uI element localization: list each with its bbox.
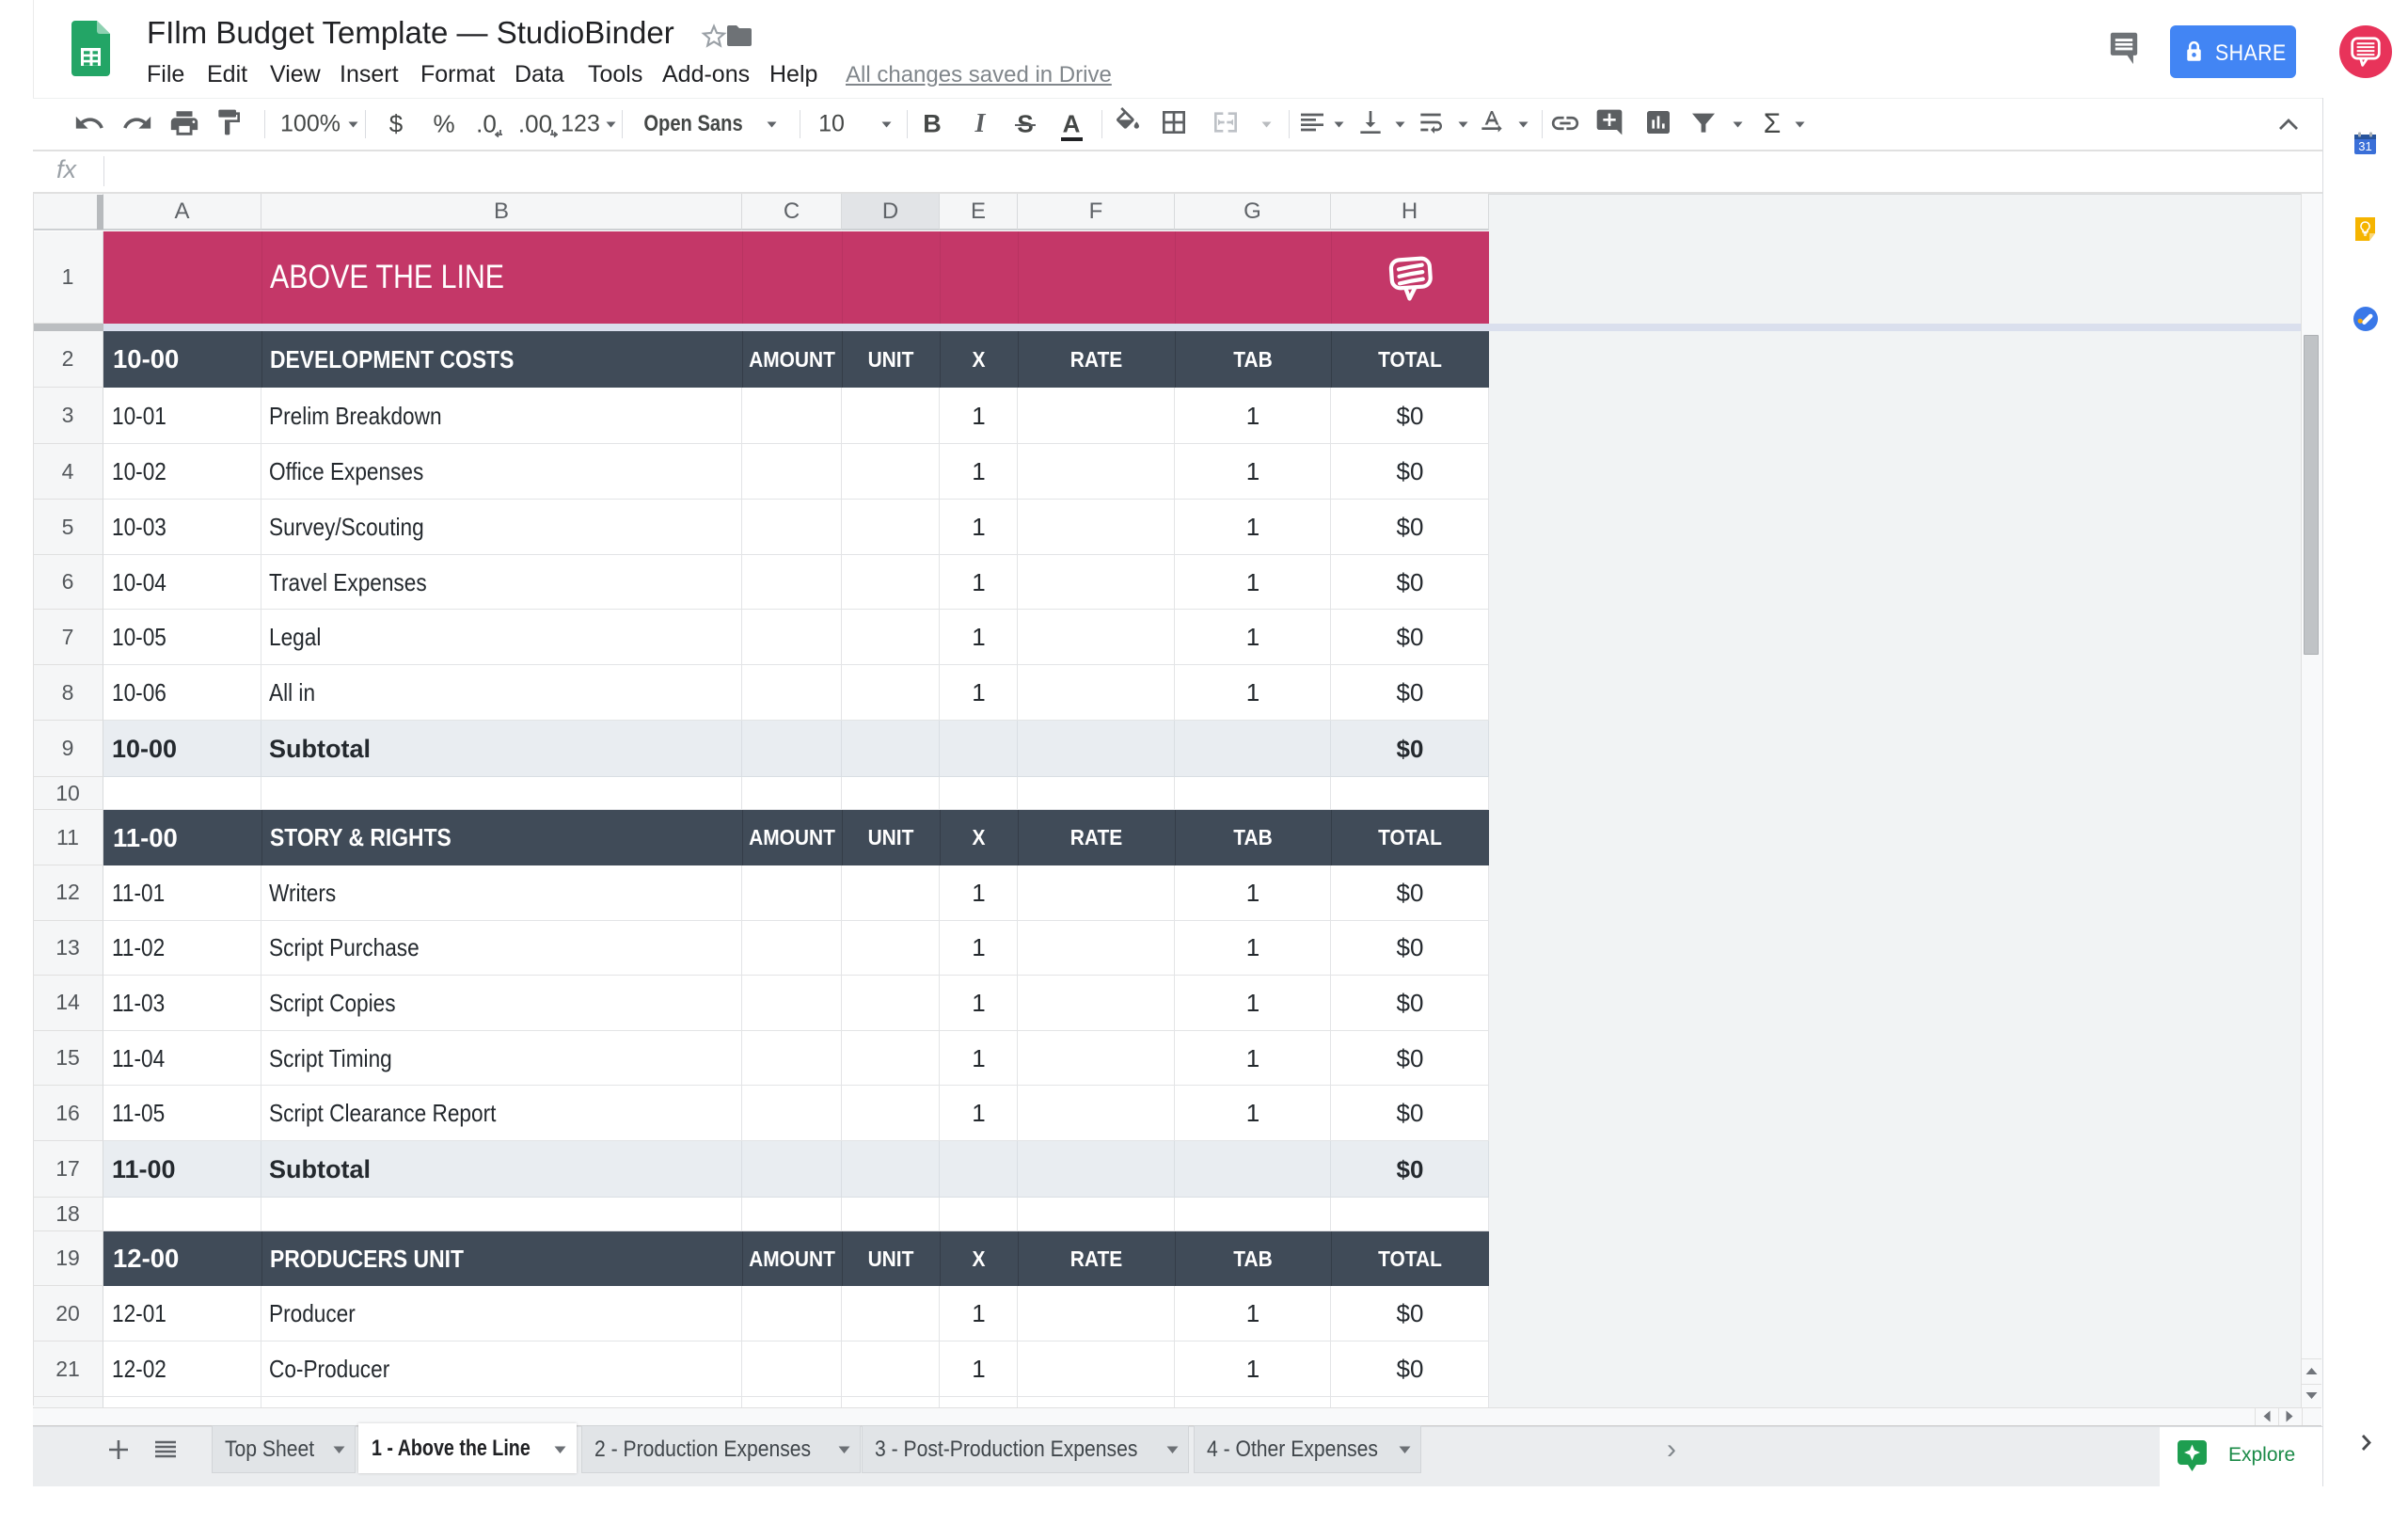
- svg-text:31: 31: [2358, 139, 2371, 153]
